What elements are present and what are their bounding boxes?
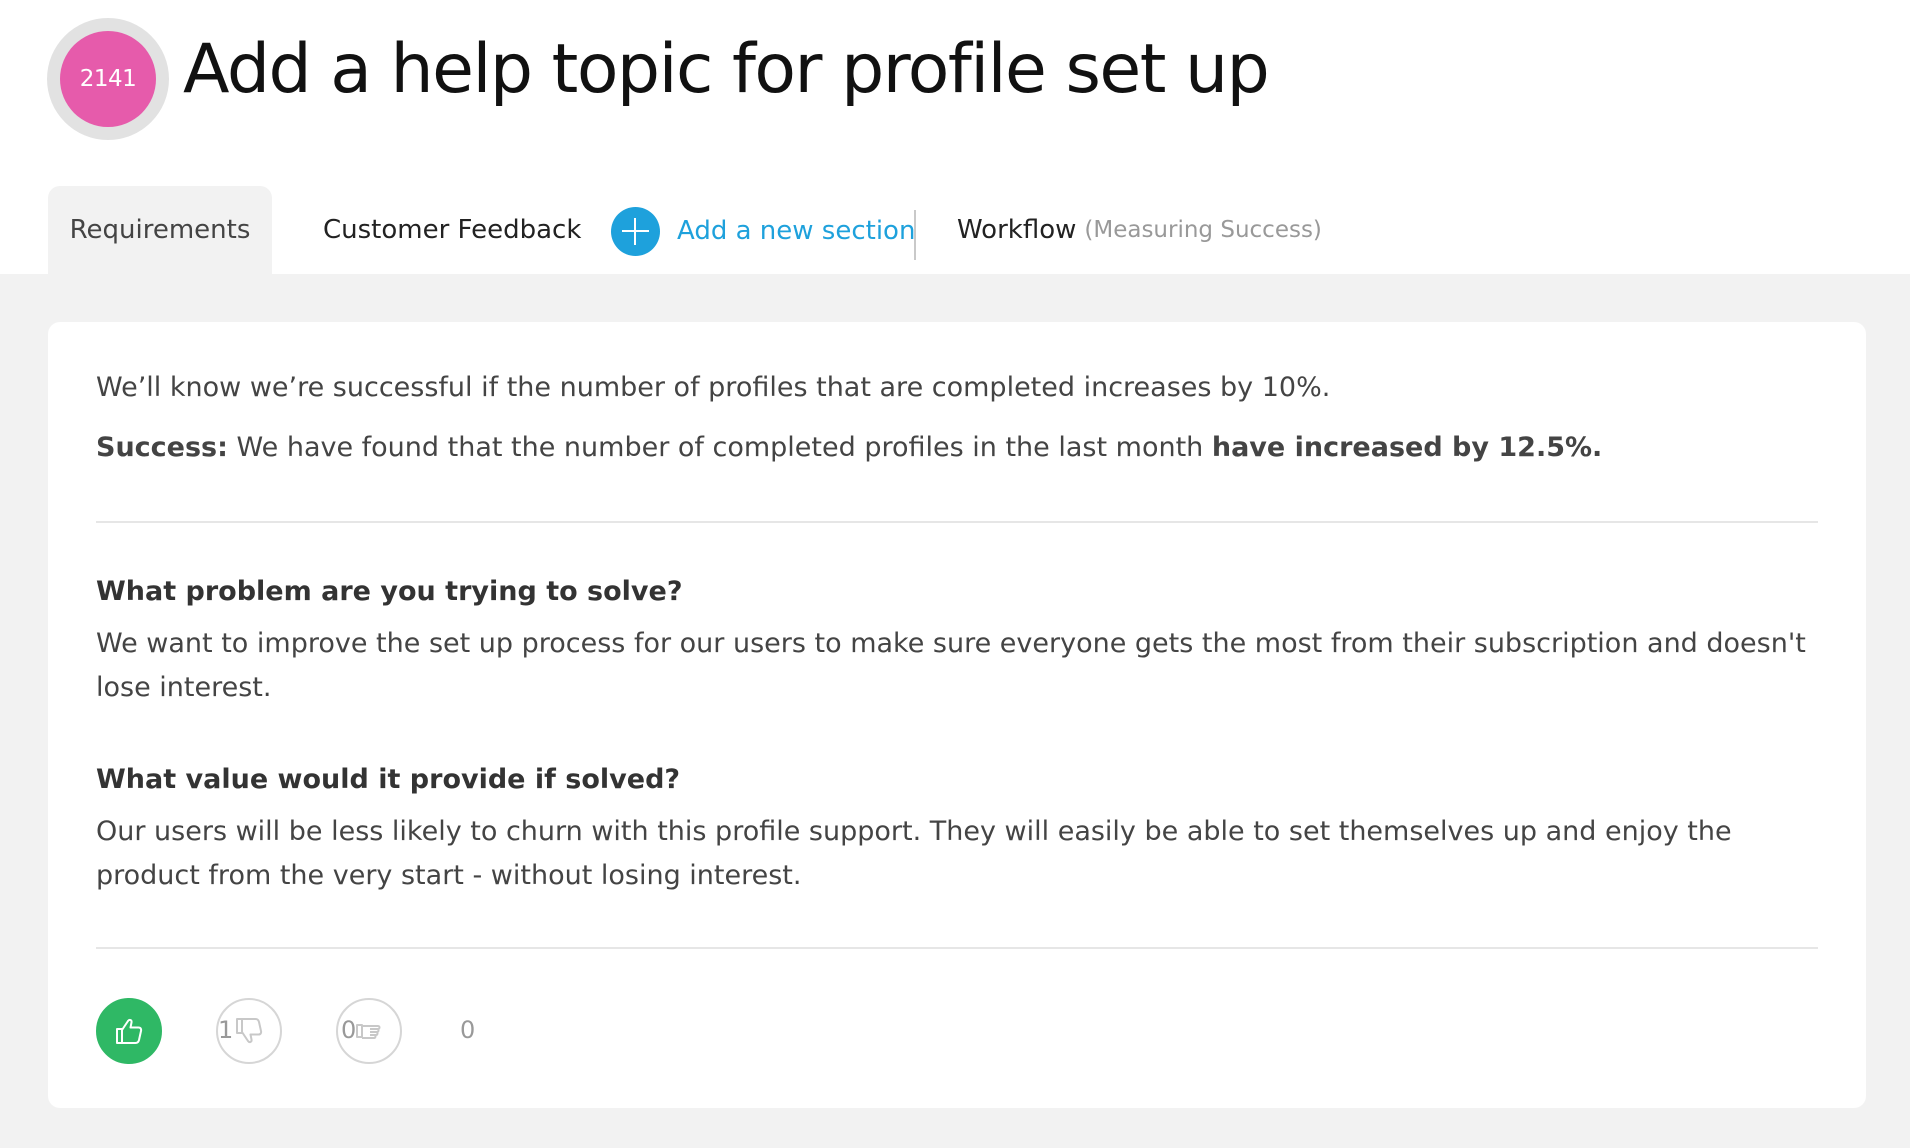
section-tabs: Requirements Customer Feedback Add a new… (0, 186, 1910, 274)
divider (96, 947, 1818, 949)
success-result: Success: We have found that the number o… (96, 432, 1826, 463)
idea-number-badge: 2141 (60, 31, 156, 127)
success-result-text: We have found that the number of complet… (227, 432, 1212, 463)
add-section-label: Add a new section (677, 216, 916, 246)
requirements-card: We’ll know we’re successful if the numbe… (48, 322, 1866, 1108)
idea-badge-ring: 2141 (47, 18, 169, 140)
plus-circle-icon (611, 206, 660, 256)
answer-problem: We want to improve the set up process fo… (96, 628, 1806, 703)
thumbs-up-icon (116, 1018, 143, 1044)
question-problem: What problem are you trying to solve? (96, 576, 683, 607)
page-title: Add a help topic for profile set up (183, 30, 1270, 109)
thumbs-down-button[interactable] (216, 998, 282, 1064)
thumbs-up-button[interactable] (96, 998, 162, 1064)
answer-value: Our users will be less likely to churn w… (96, 816, 1732, 891)
success-result-emphasis: have increased by 12.5%. (1211, 432, 1603, 463)
thumbs-sideways-button[interactable] (336, 998, 402, 1064)
page-header: 2141 Add a help topic for profile set up… (0, 0, 1910, 274)
thumbs-down-icon (236, 1018, 263, 1044)
tab-workflow[interactable]: Workflow (Measuring Success) (957, 186, 1322, 274)
thumbs-sideways-count: 0 (460, 1016, 476, 1044)
question-value: What value would it provide if solved? (96, 764, 681, 795)
divider (96, 521, 1818, 523)
workflow-status: (Measuring Success) (1084, 217, 1322, 243)
success-result-label: Success: (96, 432, 228, 463)
success-statement: We’ll know we’re successful if the numbe… (96, 372, 1331, 403)
add-section-button[interactable]: Add a new section (611, 206, 915, 256)
tab-customer-feedback[interactable]: Customer Feedback (323, 186, 581, 274)
thumbs-sideways-icon (356, 1024, 381, 1039)
tab-divider (914, 210, 916, 260)
workflow-label: Workflow (957, 215, 1077, 245)
tab-requirements[interactable]: Requirements (48, 186, 272, 274)
